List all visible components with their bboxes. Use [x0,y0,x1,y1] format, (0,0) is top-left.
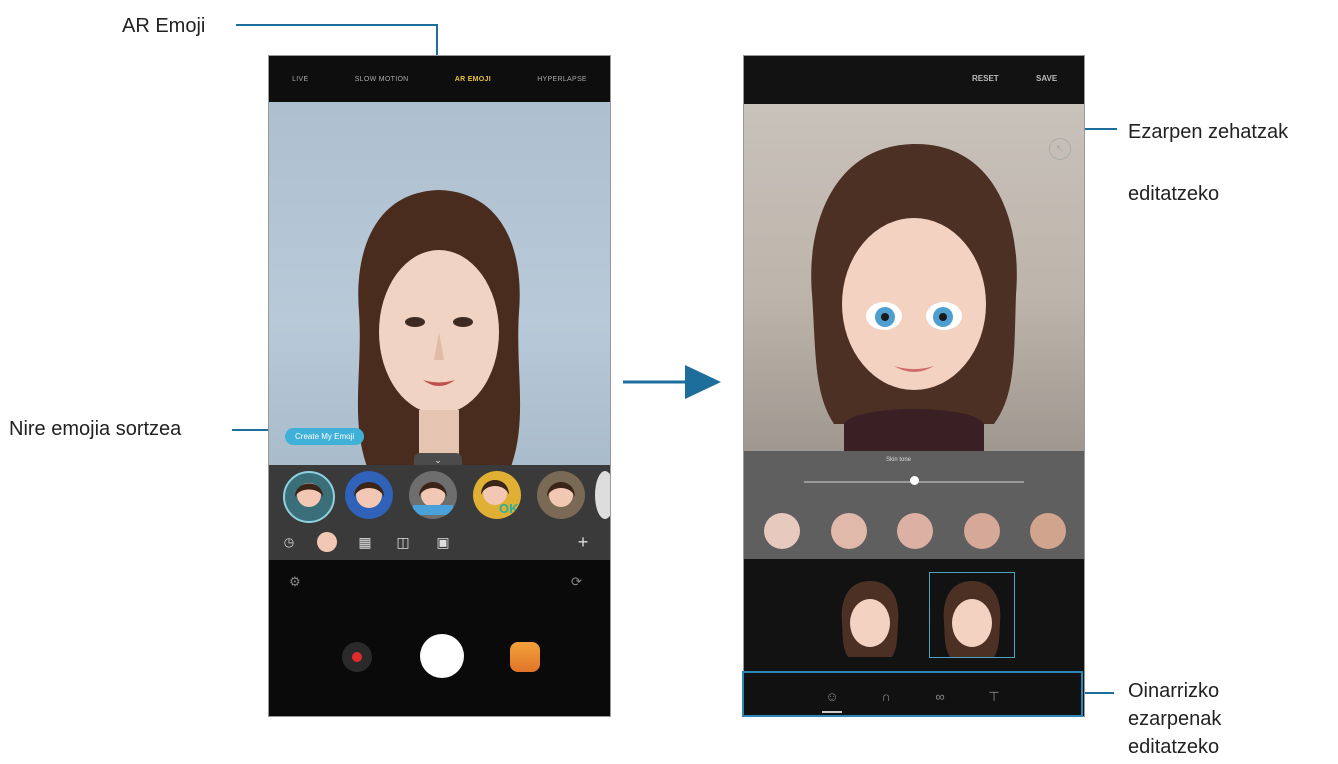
face-preset-item-selected[interactable] [929,572,1015,658]
skin-tone-panel: Skin tone [744,451,1084,559]
basic-settings-highlight [742,671,1083,717]
face-preset-item[interactable] [828,573,912,657]
record-button[interactable] [342,642,372,672]
face-presets [744,559,1084,677]
sticker-item[interactable] [595,471,610,519]
callout-detailed-settings-1: Ezarpen zehatzak [1128,121,1289,143]
skin-slider-knob[interactable] [910,476,919,485]
clock-icon[interactable]: ◷ [277,530,301,554]
reset-button[interactable]: RESET [972,74,999,83]
switch-camera-icon[interactable]: ⟳ [571,574,582,590]
callout-create-my-emoji: Nire emojia sortzea [9,418,182,440]
avatar-category-icon[interactable] [317,532,337,552]
person-face-image [357,190,521,465]
sticker-item[interactable] [283,471,335,523]
transition-arrow-icon [623,365,721,399]
emoji-tray: OK ◷ ▦ ◫ ▣ + [269,465,610,560]
frame-category-icon[interactable]: ▣ [431,530,455,554]
avatar-image [811,144,1017,451]
save-button[interactable]: SAVE [1036,74,1057,83]
gear-icon[interactable]: ⚙ [289,574,301,590]
mode-ar-emoji[interactable]: AR EMOJI [455,76,491,83]
sticker-item[interactable] [409,471,457,519]
emoji-editor-screen: RESET SAVE ↖ Skin tone ☺ ∩ ∞ ⊤ [743,55,1085,717]
callout-line-basic-settings [1081,692,1114,694]
camera-screen: LIVE SLOW MOTION AR EMOJI HYPERLAPSE Cre… [268,55,611,717]
svg-text:OK: OK [499,501,519,516]
shutter-button[interactable] [420,634,464,678]
callout-ar-emoji: AR Emoji [122,15,206,37]
sticker-category-icon[interactable]: ▦ [353,530,377,554]
skin-swatch[interactable] [964,513,1000,549]
callout-basic-settings-2: ezarpenak [1128,708,1222,730]
sticker-list: OK [269,468,610,524]
editor-topbar: RESET SAVE [744,56,1084,104]
callout-basic-settings-3: editatzeko [1128,736,1220,758]
mask-category-icon[interactable]: ◫ [391,530,415,554]
sticker-item[interactable]: OK [473,471,521,519]
skin-swatch[interactable] [764,513,800,549]
sticker-categories: ◷ ▦ ◫ ▣ + [269,527,610,557]
callout-detailed-settings-2: editatzeko [1128,183,1220,205]
camera-viewfinder [269,102,610,465]
sticker-item[interactable] [345,471,393,519]
skin-swatch[interactable] [831,513,867,549]
callout-line-ar-emoji [236,24,438,26]
callout-basic-settings-1: Oinarrizko [1128,680,1220,702]
skin-swatch[interactable] [897,513,933,549]
gallery-button[interactable] [510,642,540,672]
slider-label: Skin tone [886,457,912,463]
detailed-settings-icon[interactable]: ↖ [1049,138,1071,160]
camera-controls: ⚙ ⟳ [269,560,610,716]
mode-slow-motion[interactable]: SLOW MOTION [355,76,409,83]
mode-bar: LIVE SLOW MOTION AR EMOJI HYPERLAPSE [269,56,610,102]
add-icon[interactable]: + [571,530,595,554]
skin-swatch[interactable] [1030,513,1066,549]
mode-hyperlapse[interactable]: HYPERLAPSE [537,76,587,83]
avatar-preview: ↖ [744,104,1084,451]
mode-live[interactable]: LIVE [292,76,308,83]
create-my-emoji-button[interactable]: Create My Emoji [285,428,365,445]
sticker-item[interactable] [537,471,585,519]
